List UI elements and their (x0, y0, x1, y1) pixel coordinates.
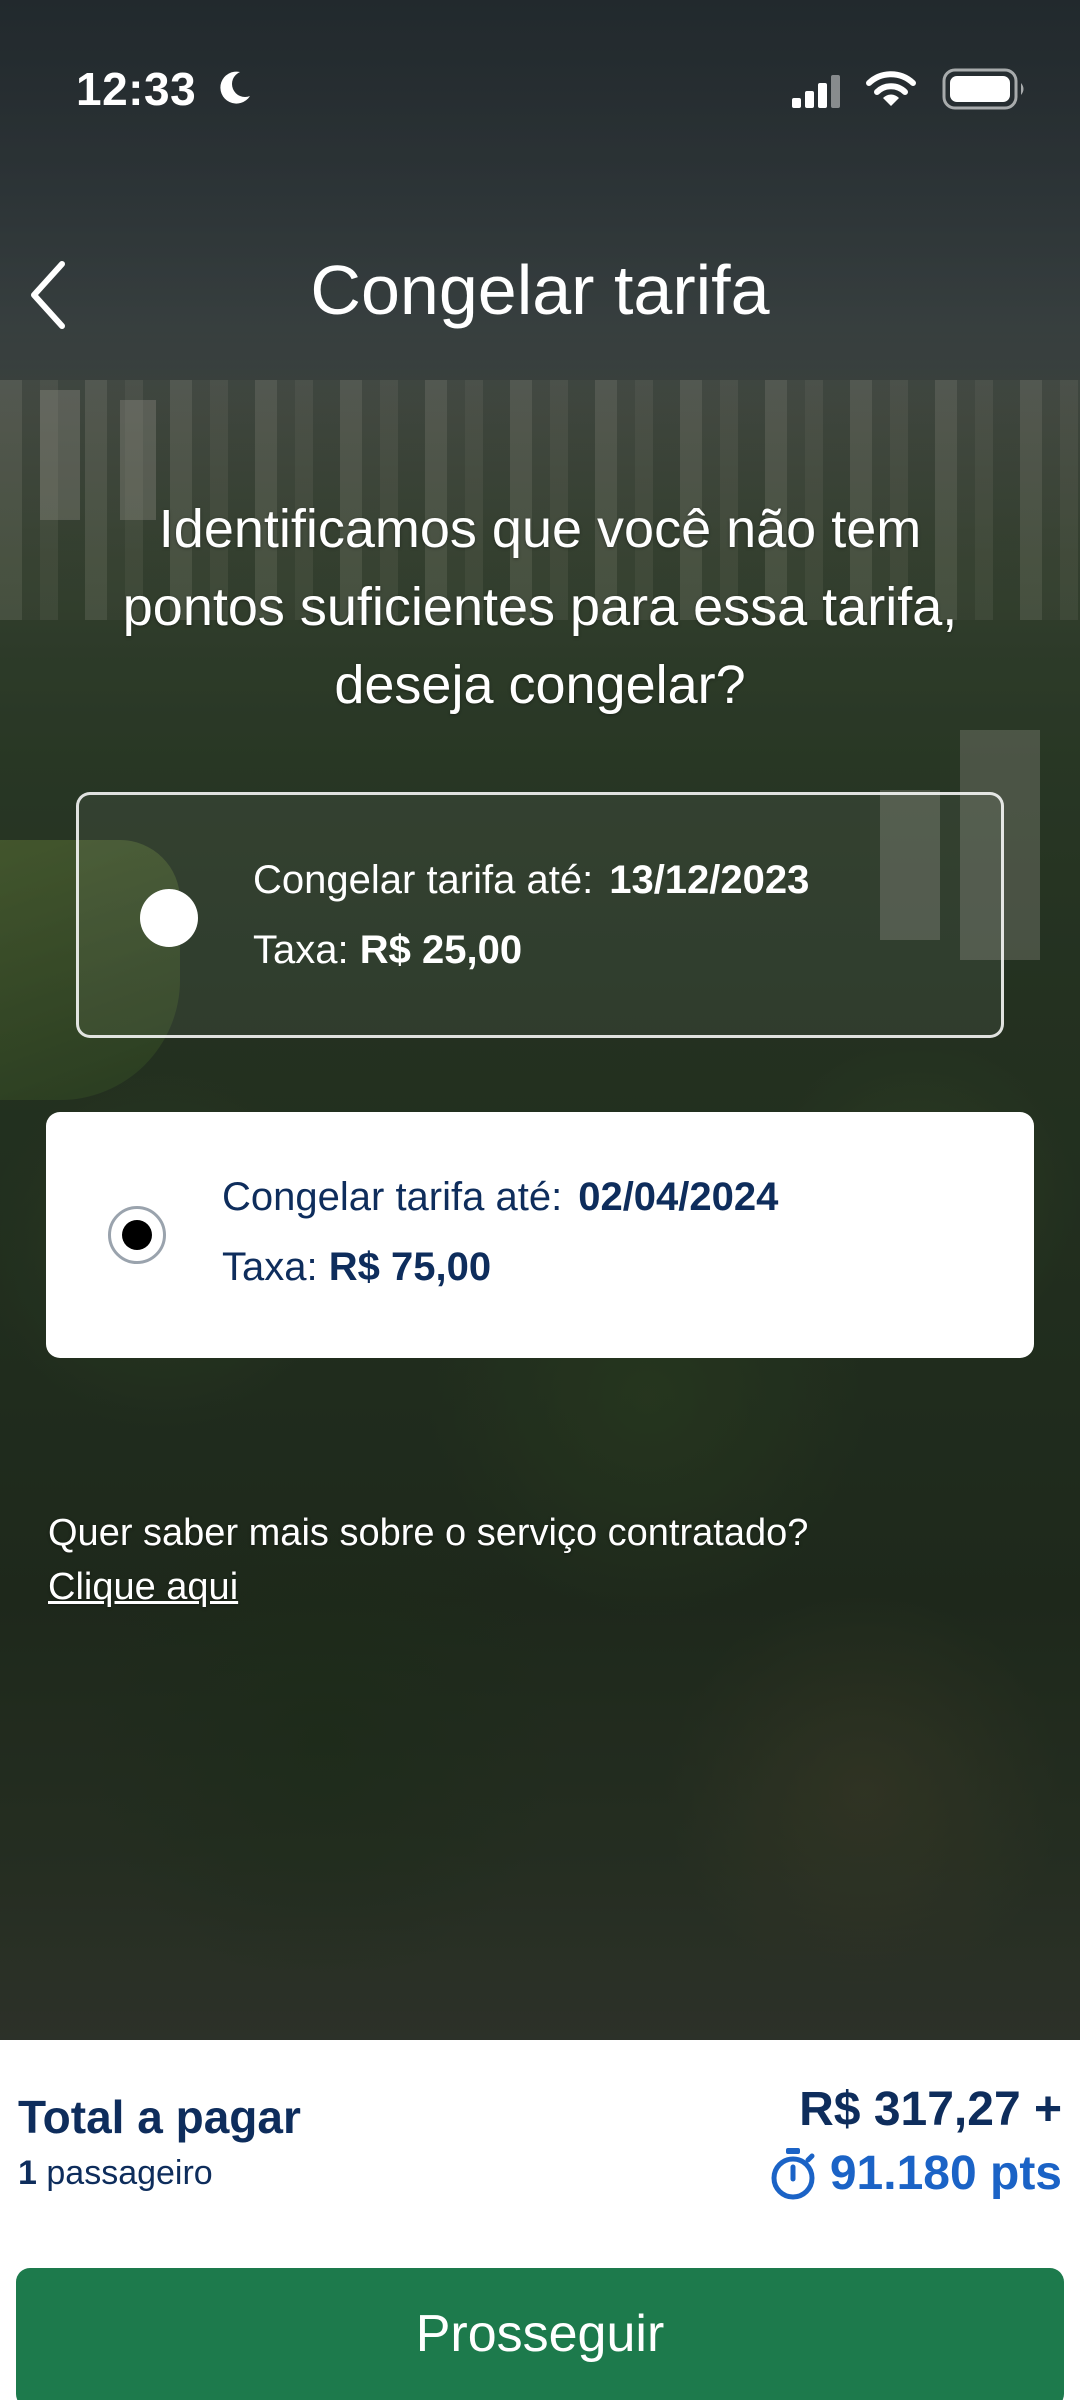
service-info-question: Quer saber mais sobre o serviço contrata… (48, 1512, 809, 1554)
continue-button[interactable]: Prosseguir (16, 2268, 1064, 2400)
more-info-link[interactable]: Clique aqui (48, 1566, 238, 1608)
fee-label: Taxa: (222, 1245, 318, 1289)
intro-line: deseja congelar? (334, 655, 746, 715)
fee-label: Taxa: (253, 928, 349, 972)
status-time: 12:33 (76, 63, 197, 115)
moon-icon (220, 71, 250, 104)
price-points-value: 91.180 pts (829, 2147, 1062, 2200)
payment-footer: Total a pagar 1 passageiro R$ 317,27 + 9… (0, 2040, 1080, 2400)
freeze-option-card-selected[interactable]: Congelar tarifa até: 02/04/2024 Taxa: R$ … (46, 1112, 1034, 1358)
freeze-until-label: Congelar tarifa até: (222, 1175, 563, 1219)
freeze-date: 13/12/2023 (609, 858, 810, 902)
price-points: 91.180 pts (768, 2146, 1062, 2201)
status-bar: 12:33 (0, 0, 1080, 170)
option-text: Congelar tarifa até: 02/04/2024 Taxa: R$ … (222, 1162, 778, 1302)
wifi-icon (866, 71, 916, 106)
service-info: Quer saber mais sobre o serviço contrata… (48, 1506, 1038, 1614)
total-label: Total a pagar (18, 2091, 301, 2143)
cellular-signal-icon (792, 75, 840, 108)
freeze-option-card[interactable]: Congelar tarifa até: 13/12/2023 Taxa: R$ … (76, 792, 1004, 1038)
price-cash: R$ 317,27 + (799, 2083, 1062, 2136)
freeze-date: 02/04/2024 (578, 1175, 779, 1219)
fee-value: R$ 75,00 (328, 1245, 492, 1289)
page-title: Congelar tarifa (310, 251, 770, 329)
stopwatch-icon (771, 2147, 815, 2199)
fee-value: R$ 25,00 (359, 928, 523, 972)
battery-icon (942, 68, 1024, 110)
radio-dot (122, 1220, 152, 1250)
freeze-until-label: Congelar tarifa até: (253, 858, 594, 902)
passenger-label: passageiro (46, 2154, 213, 2192)
intro-message: Identificamos que você não tem pontos su… (60, 490, 1020, 724)
radio-button-selected[interactable] (108, 1206, 166, 1264)
radio-button-unselected[interactable] (140, 889, 198, 947)
intro-line: pontos suficientes para essa tarifa, (122, 577, 958, 637)
option-text: Congelar tarifa até: 13/12/2023 Taxa: R$ … (253, 845, 809, 985)
header: Congelar tarifa (0, 230, 1080, 360)
passenger-count: 1 passageiro (18, 2154, 213, 2193)
passenger-number: 1 (18, 2154, 37, 2192)
intro-line: Identificamos que você não tem (158, 499, 922, 559)
